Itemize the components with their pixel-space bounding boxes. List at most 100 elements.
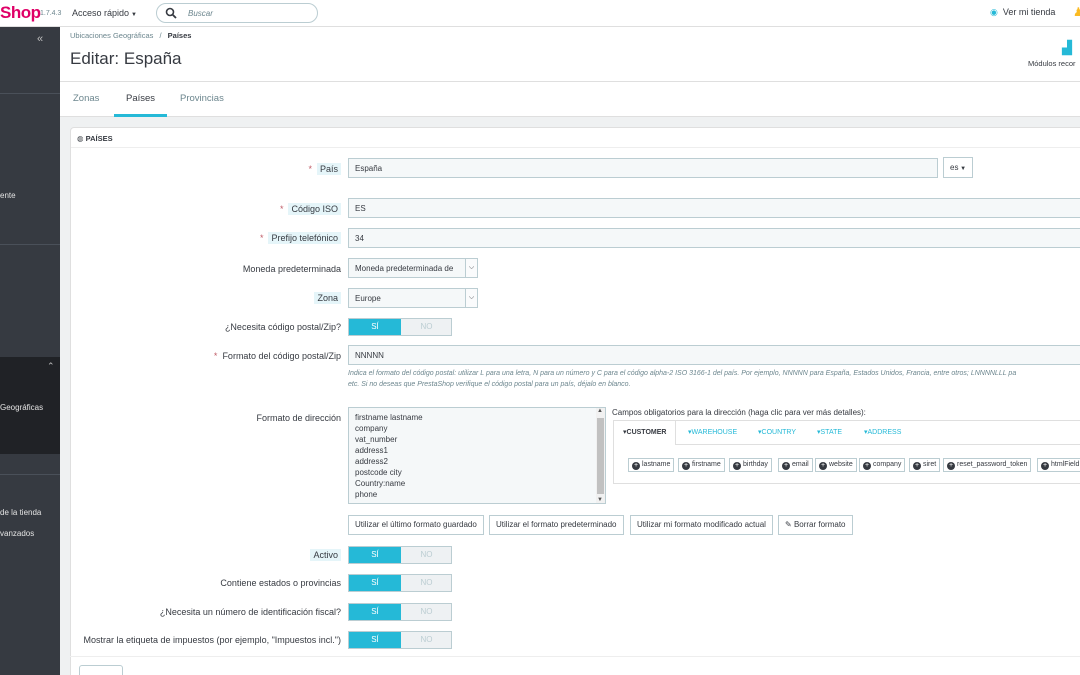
notification-icon[interactable]: ♟ xyxy=(1073,5,1080,19)
currency-select[interactable]: Moneda predeterminada de ⌵ xyxy=(348,258,478,278)
field-tab-address[interactable]: ▾ADDRESS xyxy=(864,421,901,445)
required-marker: * xyxy=(259,233,264,243)
active-switch[interactable]: SÍ NO xyxy=(348,546,452,564)
field-chip[interactable]: + firstname xyxy=(678,458,725,472)
field-tab-label: CUSTOMER xyxy=(626,429,667,436)
tax-label-label: Mostrar la etiqueta de impuestos (por ej… xyxy=(83,635,341,645)
address-line: address1 xyxy=(355,446,388,455)
puzzle-icon: ▟ xyxy=(1062,40,1072,55)
use-current-format-button[interactable]: Utilizar mi formato modificado actual xyxy=(630,515,773,535)
field-chip[interactable]: + website xyxy=(815,458,857,472)
required-marker: * xyxy=(213,351,218,361)
scroll-up-icon[interactable]: ▲ xyxy=(597,408,603,414)
scrollbar-thumb[interactable] xyxy=(597,418,604,494)
field-tab-customer[interactable]: ▾CUSTOMER xyxy=(614,421,676,445)
address-line: vat_number xyxy=(355,435,398,444)
country-label-text: País xyxy=(316,163,341,175)
field-chip[interactable]: + siret xyxy=(909,458,941,472)
switch-yes[interactable]: SÍ xyxy=(349,604,401,620)
address-format-textarea[interactable]: firstname lastname company vat_number ad… xyxy=(348,407,606,504)
switch-yes[interactable]: SÍ xyxy=(349,575,401,591)
zone-label-text: Zona xyxy=(314,292,341,304)
field-tab-label: ADDRESS xyxy=(867,429,902,436)
textarea-scrollbar[interactable]: ▲ ▼ xyxy=(596,408,605,503)
field-chip-label: website xyxy=(829,461,853,468)
currency-label: Moneda predeterminada xyxy=(242,264,341,274)
field-chip[interactable]: + lastname xyxy=(628,458,675,472)
zip-help-line-2: etc. Si no deseas que PrestaShop verifiq… xyxy=(348,381,631,388)
active-label-text: Activo xyxy=(310,549,341,561)
switch-no[interactable]: NO xyxy=(401,604,452,620)
phone-prefix-input[interactable]: 34 xyxy=(348,228,1080,248)
field-chip[interactable]: + email xyxy=(778,458,813,472)
switch-no[interactable]: NO xyxy=(401,547,452,563)
field-tab-warehouse[interactable]: ▾WAREHOUSE xyxy=(688,421,737,445)
field-chip-label: lastname xyxy=(642,461,671,468)
field-chip[interactable]: + company xyxy=(859,458,906,472)
scroll-down-icon[interactable]: ▼ xyxy=(597,497,603,503)
contains-states-switch[interactable]: SÍ NO xyxy=(348,574,452,592)
address-line: address2 xyxy=(355,457,388,466)
field-chip[interactable]: + birthday xyxy=(729,458,772,472)
field-tab-label: WAREHOUSE xyxy=(691,429,738,436)
field-chip[interactable]: + reset_password_token xyxy=(943,458,1032,472)
switch-no[interactable]: NO xyxy=(401,632,452,648)
field-chip-label: reset_password_token xyxy=(957,461,1028,468)
zip-help-line-1: Indica el formato del código postal: uti… xyxy=(348,370,1017,377)
plus-icon: + xyxy=(1041,462,1049,470)
required-fields-title: Campos obligatorios para la dirección (h… xyxy=(612,408,866,417)
use-last-saved-button[interactable]: Utilizar el último formato guardado xyxy=(348,515,484,535)
field-chip-label: birthday xyxy=(743,461,768,468)
switch-yes[interactable]: SÍ xyxy=(349,547,401,563)
field-chip[interactable]: + htmlField xyxy=(1037,458,1080,472)
zip-format-label: * Formato del código postal/Zip xyxy=(214,351,341,361)
zip-format-label-text: Formato del código postal/Zip xyxy=(222,351,341,361)
language-dropdown[interactable]: es ▼ xyxy=(943,157,973,178)
caret-down-icon: ▼ xyxy=(958,166,967,172)
field-chip-label: email xyxy=(792,461,809,468)
zone-select[interactable]: Europe ⌵ xyxy=(348,288,478,308)
recommended-modules-button[interactable]: ▟ Módulos recor xyxy=(1028,40,1080,68)
plus-icon: + xyxy=(819,462,827,470)
address-line: company xyxy=(355,424,388,433)
chevron-down-icon: ⌵ xyxy=(465,289,477,307)
switch-no[interactable]: NO xyxy=(401,319,452,335)
clear-format-button[interactable]: ✎ Borrar formato xyxy=(778,515,853,535)
zip-format-input[interactable]: NNNNN xyxy=(348,345,1080,365)
plus-icon: + xyxy=(782,462,790,470)
required-marker: * xyxy=(308,164,312,174)
field-tab-country[interactable]: ▾COUNTRY xyxy=(758,421,796,445)
iso-label: * Código ISO xyxy=(280,203,341,215)
tax-label-switch[interactable]: SÍ NO xyxy=(348,631,452,649)
field-tab-state[interactable]: ▾STATE xyxy=(817,421,842,445)
address-line: phone xyxy=(355,490,378,499)
eraser-icon: ✎ xyxy=(785,520,794,529)
save-button[interactable] xyxy=(79,665,123,675)
zip-required-switch[interactable]: SÍ NO xyxy=(348,318,452,336)
field-chip-label: htmlField xyxy=(1051,461,1080,468)
tax-id-switch[interactable]: SÍ NO xyxy=(348,603,452,621)
view-store-link[interactable]: ◉ Ver mi tienda xyxy=(990,7,1055,18)
use-default-format-button[interactable]: Utilizar el formato predeterminado xyxy=(489,515,624,535)
recommended-modules-label: Módulos recor xyxy=(1028,59,1076,68)
tax-id-label: ¿Necesita un número de identificación fi… xyxy=(159,607,341,617)
clear-format-label: Borrar formato xyxy=(793,520,846,529)
iso-code-input[interactable]: ES xyxy=(348,198,1080,218)
field-chip-label: company xyxy=(873,461,902,468)
switch-yes[interactable]: SÍ xyxy=(349,632,401,648)
phone-prefix-label: * Prefijo telefónico xyxy=(259,232,341,244)
country-name-input[interactable]: España xyxy=(348,158,938,178)
field-chip-label: siret xyxy=(923,461,937,468)
field-tab-label: COUNTRY xyxy=(761,429,796,436)
currency-value: Moneda predeterminada de xyxy=(355,264,454,273)
address-line: firstname lastname xyxy=(355,413,423,422)
zone-label: Zona xyxy=(314,292,341,304)
chevron-down-icon: ⌵ xyxy=(465,259,477,277)
required-fields-box xyxy=(613,420,1080,484)
plus-icon: + xyxy=(863,462,871,470)
country-label: * País xyxy=(308,163,341,175)
switch-no[interactable]: NO xyxy=(401,575,452,591)
switch-yes[interactable]: SÍ xyxy=(349,319,401,335)
view-store-label: Ver mi tienda xyxy=(1002,7,1056,17)
field-chip-label: firstname xyxy=(692,461,721,468)
